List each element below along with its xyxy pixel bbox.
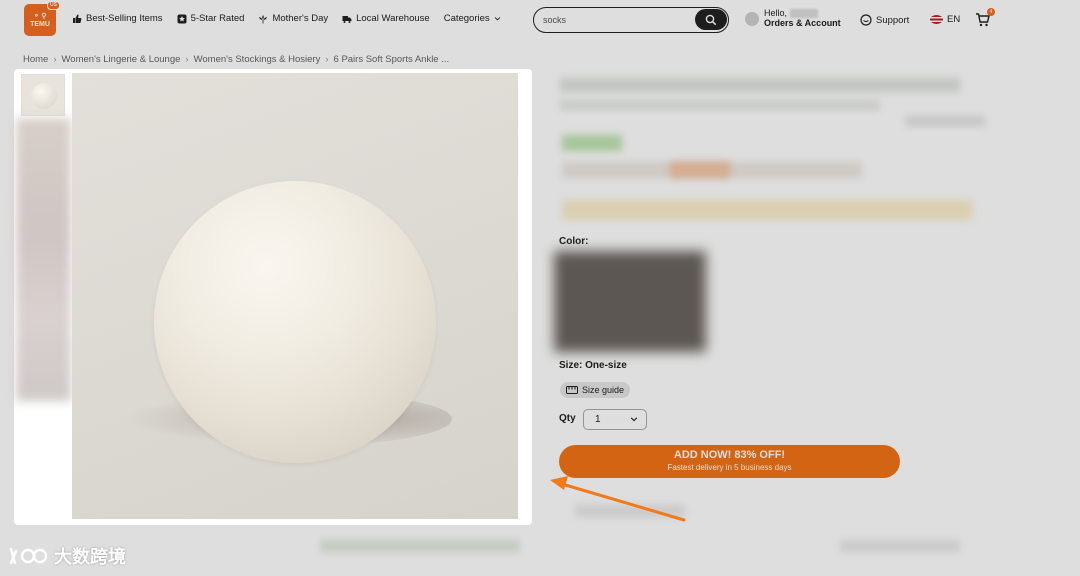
white-sphere-image — [154, 181, 436, 463]
breadcrumb-separator: › — [185, 54, 189, 65]
language-selector[interactable]: EN — [930, 14, 960, 25]
greeting-text: Hello, — [764, 8, 788, 18]
cta-title: ADD NOW! 83% OFF! — [673, 449, 786, 461]
size-label: Size: One-size — [559, 360, 627, 371]
breadcrumb-separator: › — [53, 54, 57, 65]
logo-text: TEMU — [30, 21, 50, 28]
username-redacted — [789, 9, 818, 19]
qty-label: Qty — [559, 413, 576, 424]
star-badge-icon — [177, 14, 187, 23]
product-title-blurred — [560, 78, 960, 92]
nav-mothers-day[interactable]: Mother's Day — [258, 13, 328, 24]
chevron-down-icon — [494, 17, 500, 21]
orders-account-label: Orders & Account — [764, 18, 841, 29]
nav-label: Best-Selling Items — [86, 13, 163, 24]
sphere-thumbnail-image — [31, 83, 57, 109]
main-nav: Best-Selling Items 5-Star Rated Mother's… — [72, 13, 501, 24]
size-guide-button[interactable]: Size guide — [560, 382, 631, 398]
nav-best-selling[interactable]: Best-Selling Items — [72, 13, 163, 24]
watermark: 大数跨境 — [8, 543, 126, 569]
sales-badge-blurred — [562, 135, 622, 151]
truck-icon — [342, 15, 352, 23]
search-value: socks — [543, 15, 567, 25]
support-label: Support — [876, 14, 910, 26]
breadcrumb-lingerie[interactable]: Women's Lingerie & Lounge — [62, 54, 181, 65]
breadcrumb-stockings[interactable]: Women's Stockings & Hosiery — [194, 54, 321, 65]
nav-label: 5-Star Rated — [190, 13, 245, 24]
chat-bubble-icon — [860, 14, 872, 26]
cart-count-badge: 4 — [987, 8, 995, 16]
thumbnail-strip-blurred[interactable] — [16, 118, 71, 401]
arrow-annotation-icon — [550, 476, 686, 522]
region-badge: US — [47, 1, 60, 10]
nav-label: Mother's Day — [272, 13, 329, 24]
language-label: EN — [947, 14, 961, 25]
ruler-icon — [566, 386, 578, 394]
product-title-blurred — [560, 100, 880, 110]
search-icon — [705, 14, 717, 25]
chevron-down-icon — [630, 417, 638, 422]
cart-button[interactable]: 4 — [975, 8, 995, 28]
nav-five-star[interactable]: 5-Star Rated — [177, 13, 245, 24]
watermark-text: 大数跨境 — [54, 547, 126, 567]
nav-label: Local Warehouse — [356, 13, 430, 24]
nav-local-warehouse[interactable]: Local Warehouse — [342, 13, 430, 24]
main-product-image[interactable] — [72, 73, 518, 519]
search-button[interactable] — [695, 9, 727, 30]
top-header: ⚬ ⚲ TEMU US Best-Selling Items 5-Star Ra… — [0, 0, 1080, 42]
nav-label: Categories — [443, 13, 490, 24]
breadcrumb: Home › Women's Lingerie & Lounge › Women's… — [23, 54, 449, 65]
thumbs-up-icon — [73, 14, 82, 23]
promo-banner-blurred — [562, 200, 972, 220]
color-label: Color: — [559, 236, 589, 247]
temu-logo[interactable]: ⚬ ⚲ TEMU US — [24, 1, 60, 36]
rating-blurred — [905, 116, 985, 126]
us-flag-icon — [930, 15, 943, 24]
footer-item-blurred — [840, 540, 960, 552]
qty-value: 1 — [595, 414, 601, 425]
avatar — [745, 12, 759, 26]
breadcrumb-current: 6 Pairs Soft Sports Ankle ... — [333, 54, 450, 65]
breadcrumb-home[interactable]: Home — [23, 54, 48, 65]
quantity-select[interactable]: 1 — [583, 409, 647, 430]
watermark-logo-icon — [9, 547, 48, 565]
breadcrumb-separator: › — [325, 54, 329, 65]
flower-icon — [259, 14, 268, 23]
footer-item-blurred — [320, 540, 520, 552]
search-input[interactable]: socks — [533, 7, 729, 33]
color-swatch[interactable] — [554, 251, 706, 352]
support-link[interactable]: Support — [860, 14, 909, 26]
size-guide-label: Size guide — [582, 385, 625, 395]
nav-categories[interactable]: Categories — [444, 13, 501, 24]
account-menu[interactable]: Hello, Orders & Account — [745, 8, 841, 28]
discount-tag-blurred — [670, 162, 730, 178]
image-gallery — [14, 69, 532, 525]
thumbnail-active[interactable] — [21, 74, 65, 116]
